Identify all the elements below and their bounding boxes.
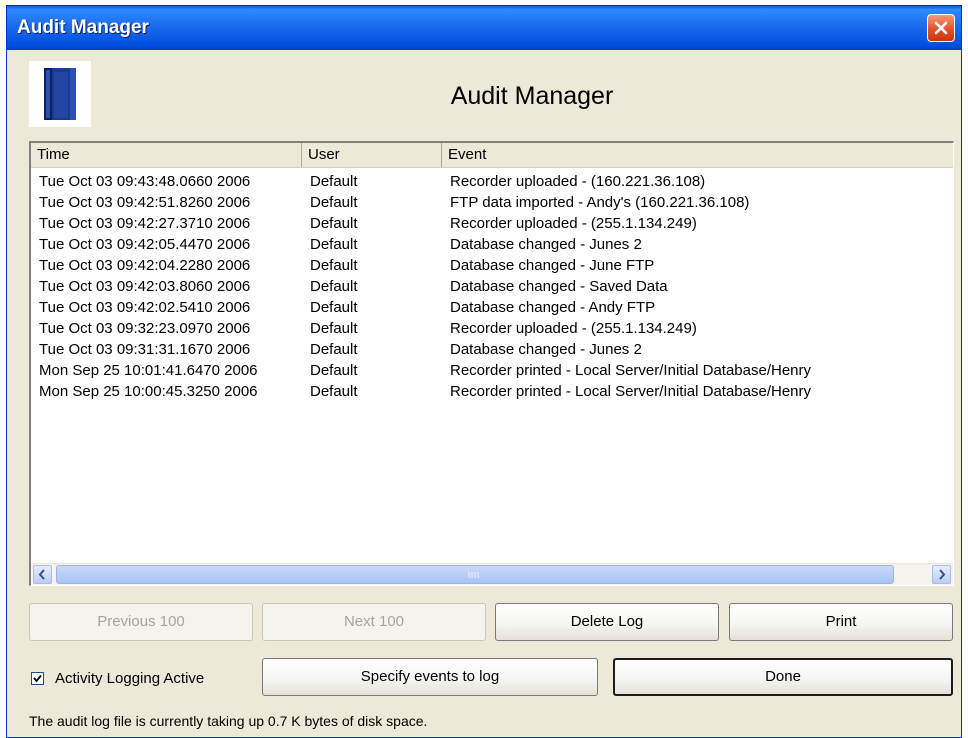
column-header-event[interactable]: Event	[442, 143, 953, 167]
table-row[interactable]: Tue Oct 03 09:32:23.0970 2006 Default Reco…	[31, 318, 953, 339]
row-user: Default	[310, 215, 358, 232]
row-event: Database changed - Andy FTP	[450, 299, 656, 316]
row-user: Default	[310, 383, 358, 400]
disk-usage-status: The audit log file is currently taking u…	[29, 713, 428, 729]
row-event: Recorder printed - Local Server/Initial …	[450, 362, 812, 379]
row-event: Database changed - Junes 2	[450, 341, 642, 358]
row-event: Recorder printed - Local Server/Initial …	[450, 383, 812, 400]
row-time: Tue Oct 03 09:42:27.3710 2006	[39, 215, 251, 232]
audit-log-list[interactable]: Time User Event Tue Oct 03 09:43:48.0660…	[29, 141, 954, 586]
table-row[interactable]: Tue Oct 03 09:31:31.1670 2006 Default Data…	[31, 339, 953, 360]
audit-manager-window: Audit Manager Audit Manager Time User Ev…	[6, 5, 962, 738]
table-row[interactable]: Mon Sep 25 10:01:41.6470 2006 Default Reco…	[31, 360, 953, 381]
row-user: Default	[310, 257, 358, 274]
checkmark-icon	[33, 674, 42, 683]
row-user: Default	[310, 320, 358, 337]
binder-book-icon	[29, 61, 91, 127]
activity-logging-label: Activity Logging Active	[55, 670, 205, 687]
scroll-thumb[interactable]	[56, 565, 894, 584]
row-time: Mon Sep 25 10:01:41.6470 2006	[39, 362, 258, 379]
list-header: Time User Event	[31, 143, 953, 168]
row-time: Tue Oct 03 09:42:51.8260 2006	[39, 194, 251, 211]
table-row[interactable]: Tue Oct 03 09:42:04.2280 2006 Default Data…	[31, 255, 953, 276]
table-row[interactable]: Tue Oct 03 09:42:27.3710 2006 Default Reco…	[31, 213, 953, 234]
row-time: Tue Oct 03 09:42:04.2280 2006	[39, 257, 251, 274]
row-event: Database changed - June FTP	[450, 257, 655, 274]
horizontal-scrollbar[interactable]	[31, 563, 953, 585]
row-user: Default	[310, 278, 358, 295]
row-user: Default	[310, 173, 358, 190]
window-title: Audit Manager	[17, 17, 149, 38]
row-event: Recorder uploaded - (255.1.134.249)	[450, 215, 697, 232]
page-title: Audit Manager	[450, 82, 614, 110]
scroll-left-button[interactable]	[33, 565, 52, 584]
done-button[interactable]: Done	[613, 658, 953, 696]
activity-logging-checkbox[interactable]	[31, 672, 44, 685]
close-icon	[934, 21, 948, 35]
chevron-left-icon	[38, 569, 45, 580]
row-time: Tue Oct 03 09:32:23.0970 2006	[39, 320, 251, 337]
log-rows: Tue Oct 03 09:43:48.0660 2006 Default Reco…	[31, 171, 953, 402]
title-bar[interactable]: Audit Manager	[7, 6, 961, 50]
table-row[interactable]: Tue Oct 03 09:42:05.4470 2006 Default Data…	[31, 234, 953, 255]
row-user: Default	[310, 299, 358, 316]
print-button[interactable]: Print	[729, 603, 953, 641]
row-time: Tue Oct 03 09:43:48.0660 2006	[39, 173, 251, 190]
row-event: Database changed - Saved Data	[450, 278, 668, 295]
column-header-user[interactable]: User	[302, 143, 442, 167]
row-time: Tue Oct 03 09:42:02.5410 2006	[39, 299, 251, 316]
row-user: Default	[310, 341, 358, 358]
row-event: Recorder uploaded - (255.1.134.249)	[450, 320, 697, 337]
row-time: Tue Oct 03 09:31:31.1670 2006	[39, 341, 251, 358]
row-user: Default	[310, 194, 358, 211]
row-time: Tue Oct 03 09:42:05.4470 2006	[39, 236, 251, 253]
column-header-time[interactable]: Time	[31, 143, 302, 167]
grip-icon	[468, 572, 479, 578]
table-row[interactable]: Tue Oct 03 09:42:02.5410 2006 Default Data…	[31, 297, 953, 318]
row-user: Default	[310, 362, 358, 379]
delete-log-button[interactable]: Delete Log	[495, 603, 719, 641]
specify-events-button[interactable]: Specify events to log	[262, 658, 598, 696]
scroll-right-button[interactable]	[932, 565, 951, 584]
table-row[interactable]: Tue Oct 03 09:43:48.0660 2006 Default Reco…	[31, 171, 953, 192]
close-button[interactable]	[927, 14, 955, 42]
row-event: Database changed - Junes 2	[450, 236, 642, 253]
row-event: Recorder uploaded - (160.221.36.108)	[450, 173, 706, 190]
row-user: Default	[310, 236, 358, 253]
chevron-right-icon	[939, 569, 946, 580]
previous-100-button[interactable]: Previous 100	[29, 603, 253, 641]
next-100-button[interactable]: Next 100	[262, 603, 486, 641]
table-row[interactable]: Tue Oct 03 09:42:03.8060 2006 Default Data…	[31, 276, 953, 297]
row-time: Mon Sep 25 10:00:45.3250 2006	[39, 383, 258, 400]
table-row[interactable]: Mon Sep 25 10:00:45.3250 2006 Default Reco…	[31, 381, 953, 402]
table-row[interactable]: Tue Oct 03 09:42:51.8260 2006 Default FTP …	[31, 192, 953, 213]
row-event: FTP data imported - Andy's (160.221.36.1…	[450, 194, 750, 211]
row-time: Tue Oct 03 09:42:03.8060 2006	[39, 278, 251, 295]
